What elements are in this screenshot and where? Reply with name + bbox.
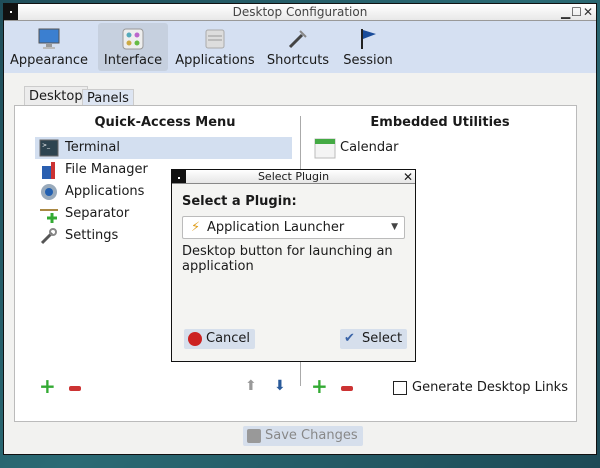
tool-label: Appearance: [10, 53, 89, 68]
plugin-select[interactable]: ⚡ Application Launcher ▼: [182, 216, 405, 239]
tool-interface[interactable]: Interface: [98, 23, 168, 71]
gear-icon: [41, 184, 57, 200]
remove-embedded-button[interactable]: [341, 386, 353, 391]
cancel-label: Cancel: [206, 331, 251, 346]
move-down-button[interactable]: ⬇: [274, 378, 286, 394]
list-item-terminal[interactable]: >_ Terminal: [35, 137, 292, 159]
tool-label: Shortcuts: [266, 53, 330, 68]
chevron-down-icon: ▼: [391, 222, 398, 232]
add-quick-access-button[interactable]: +: [39, 376, 56, 396]
tools-icon: [288, 30, 307, 49]
tool-label: Session: [343, 53, 393, 68]
save-label: Save Changes: [265, 428, 358, 443]
svg-text:>_: >_: [42, 142, 51, 149]
tool-appearance[interactable]: Appearance: [10, 23, 88, 71]
file-manager-icon: [42, 162, 55, 179]
dialog-menu-button[interactable]: [172, 170, 186, 183]
add-embedded-button[interactable]: +: [311, 376, 328, 396]
item-label: Terminal: [65, 140, 120, 155]
generate-links-checkbox[interactable]: [393, 381, 407, 395]
window-title: Desktop Configuration: [232, 5, 368, 19]
select-button[interactable]: ✔ Select: [340, 329, 408, 349]
tool-label: Applications: [175, 53, 255, 68]
dialog-title: Select Plugin: [257, 170, 330, 183]
tab-panels[interactable]: Panels: [82, 89, 134, 106]
tab-desktop[interactable]: Desktop: [24, 86, 88, 106]
tool-shortcuts[interactable]: Shortcuts: [264, 23, 332, 71]
item-label: File Manager: [65, 162, 148, 177]
select-plugin-dialog: Select Plugin ✕ Select a Plugin: ⚡ Appli…: [171, 169, 416, 362]
tool-label: Interface: [103, 53, 163, 68]
terminal-icon: >_: [39, 139, 59, 157]
item-label: Applications: [65, 184, 145, 199]
item-label: Separator: [65, 206, 130, 221]
applications-icon: [205, 29, 225, 49]
tool-applications[interactable]: Applications: [174, 23, 256, 71]
quick-access-heading: Quick-Access Menu: [94, 115, 236, 130]
plugin-select-value: Application Launcher: [207, 220, 345, 235]
toolbar: Appearance Interface Applications Shortc…: [4, 21, 596, 73]
dialog-close-button[interactable]: ✕: [403, 170, 413, 184]
cancel-button[interactable]: Cancel: [184, 329, 256, 349]
plugin-prompt: Select a Plugin:: [182, 194, 297, 209]
item-label: Calendar: [340, 140, 399, 155]
wrench-icon: [40, 228, 57, 245]
plugin-description: Desktop button for launching an applicat…: [182, 244, 393, 274]
window-controls[interactable]: ▁☐✕: [561, 4, 594, 21]
cancel-icon: [188, 332, 202, 346]
generate-links-label: Generate Desktop Links: [412, 380, 568, 395]
tool-session[interactable]: Session: [338, 23, 398, 71]
separator-icon: [40, 209, 58, 223]
embedded-heading: Embedded Utilities: [370, 115, 510, 130]
title-bar[interactable]: Desktop Configuration ▁☐✕: [4, 4, 596, 21]
calendar-icon: [314, 138, 336, 159]
interface-icon: [122, 28, 144, 50]
save-changes-button[interactable]: Save Changes: [243, 426, 363, 446]
flag-icon: [361, 29, 376, 49]
select-label: Select: [362, 331, 403, 346]
save-icon: [247, 429, 261, 443]
move-up-button[interactable]: ⬆: [245, 378, 257, 394]
monitor-icon: [38, 28, 60, 49]
window-menu-button[interactable]: [4, 4, 18, 20]
dialog-title-bar[interactable]: Select Plugin ✕: [172, 170, 415, 184]
remove-quick-access-button[interactable]: [69, 386, 81, 391]
list-item-calendar[interactable]: Calendar: [310, 137, 570, 159]
check-icon: ✔: [344, 331, 355, 346]
item-label: Settings: [65, 228, 119, 243]
lightning-icon: ⚡: [191, 220, 201, 235]
